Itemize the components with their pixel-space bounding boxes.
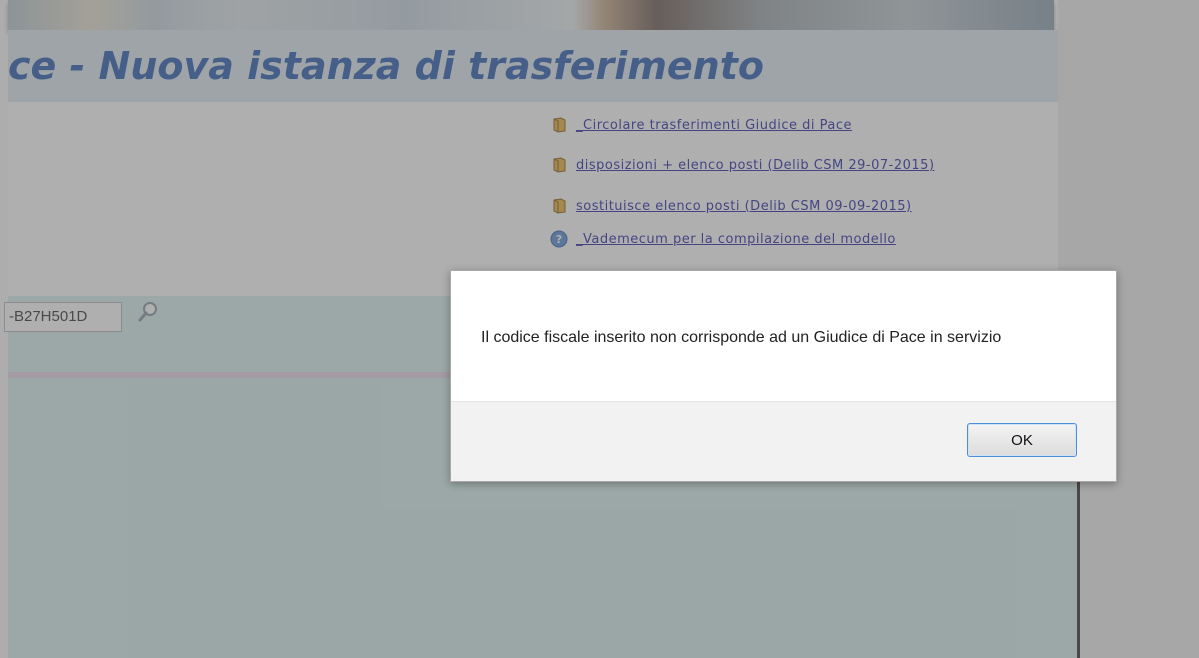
ok-button[interactable]: OK	[967, 423, 1077, 457]
dialog-message: Il codice fiscale inserito non corrispon…	[481, 329, 1002, 346]
alert-dialog: Il codice fiscale inserito non corrispon…	[450, 270, 1117, 482]
dialog-footer: OK	[451, 401, 1116, 481]
dialog-body: Il codice fiscale inserito non corrispon…	[451, 271, 1116, 401]
